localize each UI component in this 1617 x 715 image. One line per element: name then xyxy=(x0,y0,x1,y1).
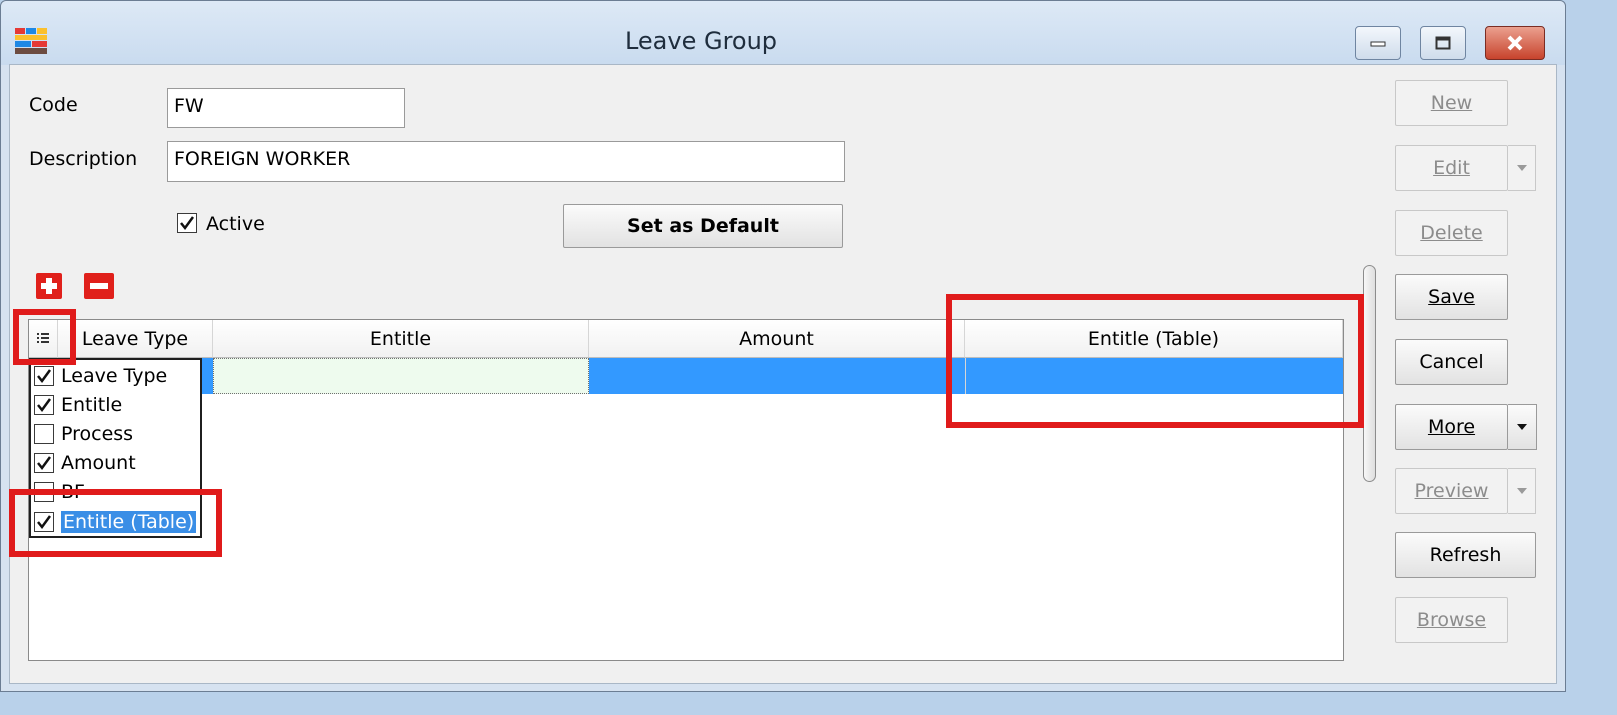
code-input[interactable]: FW xyxy=(167,88,405,128)
window-title: Leave Group xyxy=(624,27,778,55)
menu-item-process[interactable]: Process xyxy=(34,420,198,448)
highlight-box-entitle-table-item xyxy=(9,489,222,557)
more-dropdown-button[interactable] xyxy=(1508,404,1537,450)
maximize-button[interactable] xyxy=(1420,26,1466,60)
close-button[interactable] xyxy=(1485,26,1545,60)
plus-icon xyxy=(41,278,57,294)
highlight-box-entitle-table-column xyxy=(946,294,1364,428)
checkmark-icon xyxy=(37,456,52,471)
edit-label: Edit xyxy=(1433,157,1470,179)
preview-button[interactable]: Preview xyxy=(1395,468,1508,514)
new-label: New xyxy=(1430,92,1473,114)
minus-icon xyxy=(90,283,108,289)
cancel-button[interactable]: Cancel xyxy=(1395,339,1508,385)
menu-item-amount[interactable]: Amount xyxy=(34,449,198,477)
highlight-box-column-chooser xyxy=(13,309,76,365)
description-label: Description xyxy=(29,148,138,170)
preview-label: Preview xyxy=(1414,480,1489,502)
description-input[interactable]: FOREIGN WORKER xyxy=(167,141,845,182)
item-checkbox[interactable] xyxy=(34,424,54,444)
checkmark-icon xyxy=(180,216,195,231)
set-as-default-button[interactable]: Set as Default xyxy=(563,204,843,248)
title-bar[interactable]: Leave Group xyxy=(1,1,1565,65)
add-row-button[interactable] xyxy=(36,273,62,299)
minimize-button[interactable] xyxy=(1355,26,1401,60)
item-checkbox[interactable] xyxy=(34,453,54,473)
chevron-down-icon xyxy=(1516,488,1527,494)
remove-row-button[interactable] xyxy=(84,273,114,299)
row-cell-leave-type[interactable] xyxy=(202,358,213,394)
delete-label: Delete xyxy=(1420,222,1483,244)
menu-item-leave-type[interactable]: Leave Type xyxy=(34,362,198,390)
checkmark-icon xyxy=(37,398,52,413)
chevron-down-icon xyxy=(1517,424,1527,430)
cancel-label: Cancel xyxy=(1419,351,1484,373)
refresh-button[interactable]: Refresh xyxy=(1395,532,1536,578)
item-checkbox[interactable] xyxy=(34,395,54,415)
scrollbar-thumb[interactable] xyxy=(1363,265,1376,482)
more-button[interactable]: More xyxy=(1395,404,1508,450)
edit-button[interactable]: Edit xyxy=(1395,145,1508,191)
browse-label: Browse xyxy=(1416,609,1487,631)
row-cell-amount[interactable] xyxy=(589,358,965,394)
browse-button[interactable]: Browse xyxy=(1395,597,1508,643)
row-cell-entitle[interactable] xyxy=(213,358,589,394)
item-checkbox[interactable] xyxy=(34,366,54,386)
preview-dropdown-button[interactable] xyxy=(1508,468,1536,514)
minimize-icon xyxy=(1370,41,1386,47)
refresh-label: Refresh xyxy=(1429,544,1502,566)
menu-item-label: Amount xyxy=(61,452,136,474)
active-label: Active xyxy=(206,213,265,235)
save-label: Save xyxy=(1428,286,1475,308)
menu-item-label: Entitle xyxy=(61,394,123,416)
maximize-icon xyxy=(1435,36,1451,50)
menu-item-label: Leave Type xyxy=(61,365,168,387)
edit-dropdown-button[interactable] xyxy=(1508,145,1536,191)
close-icon xyxy=(1507,35,1523,51)
code-label: Code xyxy=(29,94,78,116)
column-header-amount[interactable]: Amount xyxy=(589,320,965,358)
menu-item-entitle[interactable]: Entitle xyxy=(34,391,198,419)
active-checkbox[interactable] xyxy=(177,213,197,233)
chevron-down-icon xyxy=(1516,165,1527,171)
checkmark-icon xyxy=(37,369,52,384)
menu-item-label: Process xyxy=(61,423,134,445)
more-label: More xyxy=(1427,416,1476,438)
new-button[interactable]: New xyxy=(1395,80,1508,126)
delete-button[interactable]: Delete xyxy=(1395,210,1508,256)
save-button[interactable]: Save xyxy=(1395,274,1508,320)
column-header-leave-type[interactable]: Leave Type xyxy=(58,320,213,358)
column-header-entitle[interactable]: Entitle xyxy=(213,320,589,358)
